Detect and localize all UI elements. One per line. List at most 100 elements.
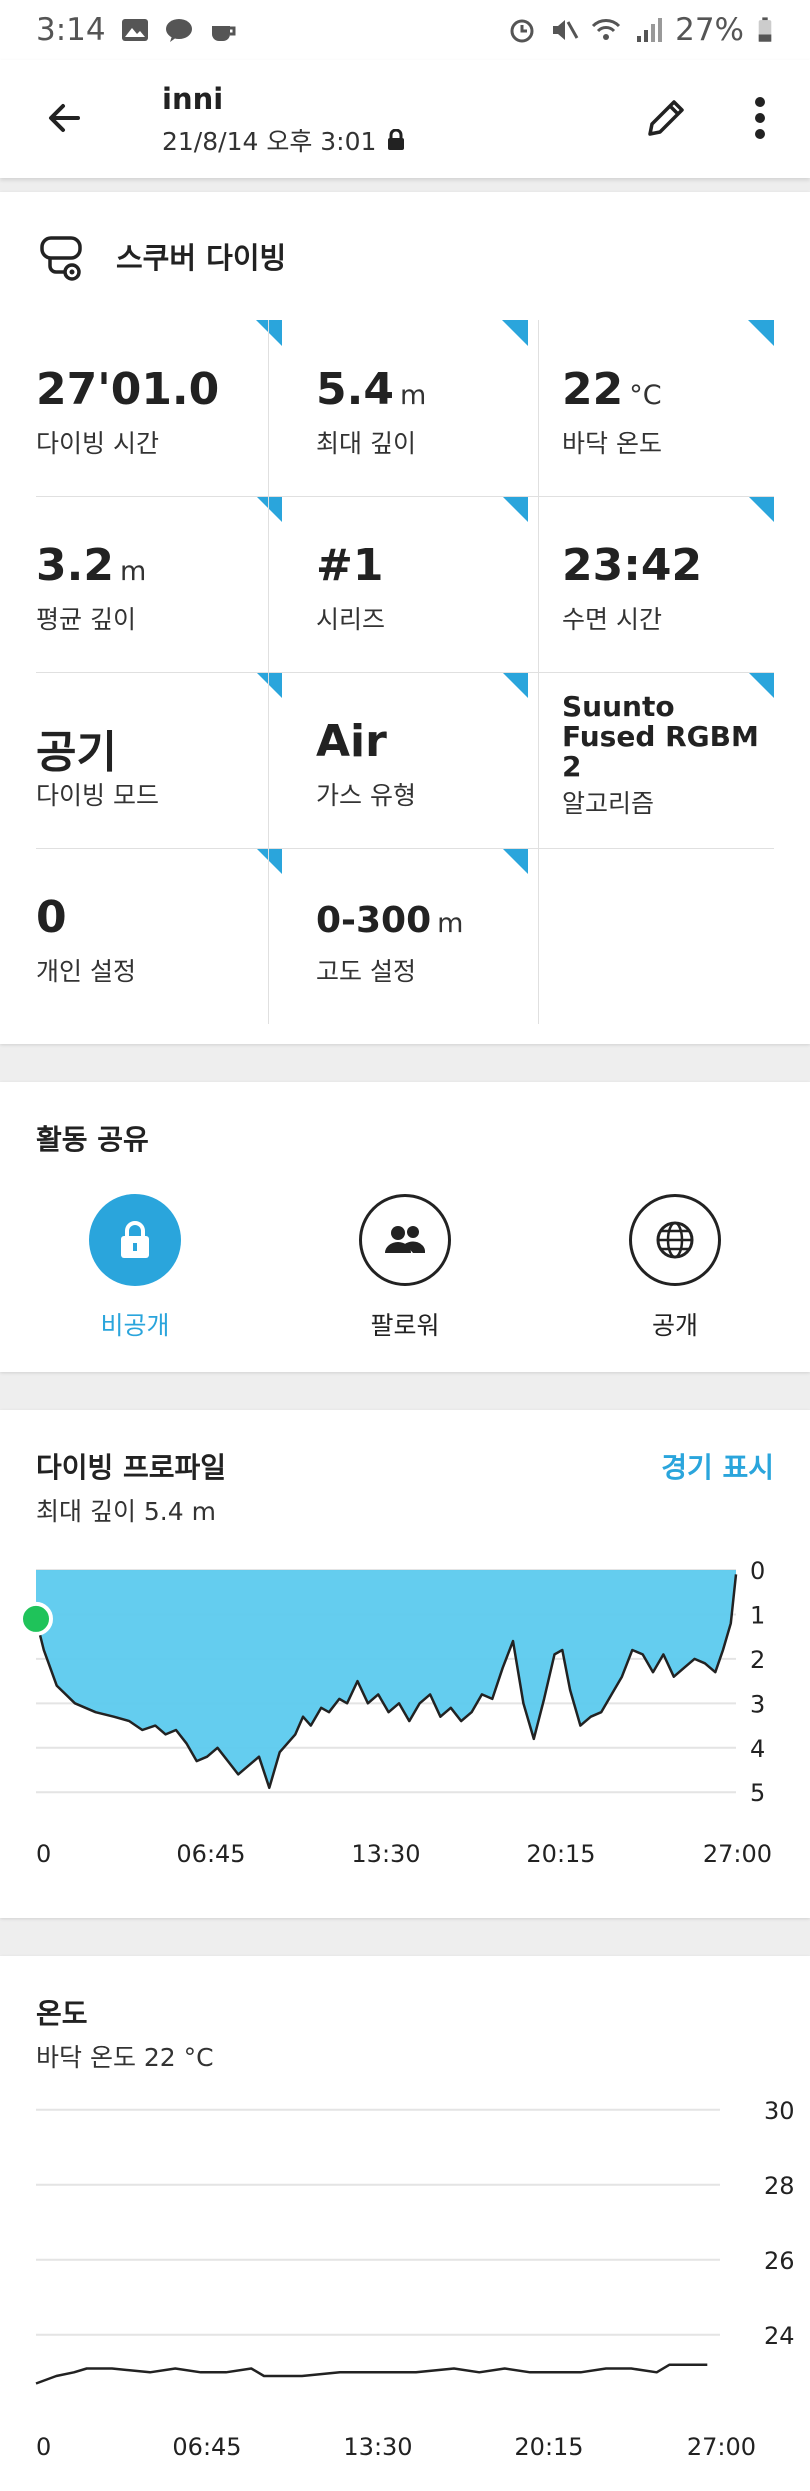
stat-value: 0-300 m bbox=[316, 900, 464, 941]
sport-title: 스쿠버 다이빙 bbox=[116, 241, 287, 275]
stat-value: #1 bbox=[316, 540, 384, 591]
stat-corner-marker bbox=[256, 848, 282, 874]
share-option-followers[interactable]: 팔로워 bbox=[345, 1194, 465, 1342]
chart-subtitle: 바닥 온도 22 °C bbox=[36, 2043, 214, 2072]
alarm-icon bbox=[510, 19, 534, 43]
stat-corner-marker bbox=[256, 672, 282, 698]
more-options-button[interactable] bbox=[740, 88, 780, 148]
stat-value: 5.4 m bbox=[316, 364, 427, 415]
temperature-chart: 30 28 26 24 0 06:45 13:30 20:15 27:00 bbox=[35, 2097, 795, 2461]
gallery-icon bbox=[121, 19, 148, 41]
stat-corner-marker bbox=[502, 496, 528, 522]
more-vert-icon bbox=[755, 97, 765, 139]
stat-value: 공기 bbox=[36, 727, 117, 778]
stat-corner-marker bbox=[502, 320, 528, 346]
chart-title: 다이빙 프로파일 bbox=[36, 1451, 227, 1484]
activity-datetime-row: 21/8/14 오후 3:01 bbox=[162, 122, 406, 158]
lock-icon bbox=[388, 129, 405, 150]
stat-gas-type[interactable]: Air 가스 유형 bbox=[282, 672, 528, 848]
coffee-icon bbox=[211, 26, 236, 41]
stat-label: 시리즈 bbox=[316, 605, 386, 634]
wifi-icon bbox=[592, 19, 621, 40]
stat-label: 최대 깊이 bbox=[316, 429, 416, 458]
stat-corner-marker bbox=[748, 320, 774, 346]
stat-altitude-setting[interactable]: 0-300 m 고도 설정 bbox=[282, 848, 528, 1024]
share-option-private[interactable]: 비공개 bbox=[75, 1194, 195, 1342]
y-tick-label: 4 bbox=[750, 1735, 765, 1763]
y-tick-label: 24 bbox=[764, 2322, 795, 2350]
x-tick-label: 06:45 bbox=[172, 2433, 241, 2461]
stat-value: Air bbox=[316, 716, 387, 767]
status-time: 3:14 bbox=[36, 12, 106, 48]
stat-corner-marker bbox=[256, 320, 282, 346]
share-followers-circle bbox=[359, 1194, 451, 1286]
x-tick-label: 27:00 bbox=[703, 1840, 772, 1868]
stat-corner-marker bbox=[502, 848, 528, 874]
stat-corner-marker bbox=[748, 496, 774, 522]
activity-page: 3:14 27% inni 21/8/14 오후 3:01 스쿠버 다이빙 27… bbox=[0, 0, 810, 2491]
stat-avg-depth[interactable]: 3.2 m 평균 깊이 bbox=[36, 496, 282, 672]
stat-dive-mode[interactable]: 공기 다이빙 모드 bbox=[36, 672, 282, 848]
stat-surface-time[interactable]: 23:42 수면 시간 bbox=[528, 496, 774, 672]
stat-corner-marker bbox=[256, 496, 282, 522]
edit-button[interactable] bbox=[636, 88, 696, 148]
summary-card: 스쿠버 다이빙 27'01.0 다이빙 시간 5.4 m 최대 깊이 22 °C 바… bbox=[0, 192, 810, 1044]
share-option-label: 팔로워 bbox=[370, 1311, 440, 1340]
stat-series[interactable]: #1 시리즈 bbox=[282, 496, 528, 672]
lock-icon bbox=[121, 1221, 149, 1258]
stat-label: 개인 설정 bbox=[36, 957, 136, 986]
stat-label: 가스 유형 bbox=[316, 781, 416, 810]
share-title: 활동 공유 bbox=[36, 1123, 149, 1156]
activity-name: inni bbox=[162, 82, 224, 116]
x-tick-label: 13:30 bbox=[351, 1840, 420, 1868]
scuba-mask-icon bbox=[40, 236, 82, 281]
stat-value: 27'01.0 bbox=[36, 364, 220, 415]
stat-bottom-temp[interactable]: 22 °C 바닥 온도 bbox=[528, 320, 774, 496]
app-header: inni 21/8/14 오후 3:01 bbox=[0, 60, 810, 178]
stat-value: 0 bbox=[36, 892, 67, 943]
chart-subtitle: 최대 깊이 5.4 m bbox=[36, 1497, 216, 1526]
y-tick-label: 3 bbox=[750, 1690, 765, 1718]
stat-dive-time[interactable]: 27'01.0 다이빙 시간 bbox=[36, 320, 282, 496]
stat-label: 수면 시간 bbox=[562, 605, 662, 634]
share-public-circle bbox=[629, 1194, 721, 1286]
stat-value: Suunto Fused RGBM 2 bbox=[562, 690, 759, 783]
stat-label: 다이빙 시간 bbox=[36, 429, 159, 458]
temperature-line bbox=[35, 2363, 708, 2385]
battery-percent: 27% bbox=[675, 12, 744, 48]
back-button[interactable] bbox=[36, 90, 92, 146]
depth-area bbox=[36, 1570, 736, 1788]
x-tick-label: 27:00 bbox=[687, 2433, 756, 2461]
x-tick-label: 0 bbox=[36, 2433, 51, 2461]
share-option-label: 비공개 bbox=[100, 1311, 170, 1340]
sport-header: 스쿠버 다이빙 bbox=[36, 228, 286, 284]
dive-profile-chart: 0 1 2 3 4 5 0 06:45 13:30 20:15 27:00 bbox=[19, 1557, 772, 1868]
x-tick-label: 20:15 bbox=[526, 1840, 595, 1868]
talk-icon bbox=[165, 19, 192, 42]
stat-label: 바닥 온도 bbox=[562, 429, 662, 458]
people-icon bbox=[385, 1226, 425, 1253]
y-tick-label: 2 bbox=[750, 1646, 765, 1674]
share-option-label: 공개 bbox=[651, 1311, 698, 1340]
stat-value: 3.2 m bbox=[36, 540, 147, 591]
dive-profile-card: 다이빙 프로파일 경기 표시 최대 깊이 5.4 m 0 1 2 3 4 5 0 06:45 1… bbox=[0, 1410, 810, 1918]
stat-value: 23:42 bbox=[562, 540, 703, 591]
stat-max-depth[interactable]: 5.4 m 최대 깊이 bbox=[282, 320, 528, 496]
x-tick-label: 0 bbox=[36, 1840, 51, 1868]
share-card: 활동 공유 비공개 팔로워 공개 bbox=[0, 1082, 810, 1372]
stat-algorithm[interactable]: Suunto Fused RGBM 2 알고리즘 bbox=[528, 672, 774, 848]
grid-divider bbox=[36, 496, 774, 497]
mute-icon bbox=[553, 20, 579, 40]
stat-label: 다이빙 모드 bbox=[36, 781, 159, 810]
globe-icon bbox=[656, 1221, 694, 1259]
pencil-icon bbox=[648, 100, 684, 136]
status-bar: 3:14 27% bbox=[0, 0, 810, 60]
x-tick-label: 13:30 bbox=[343, 2433, 412, 2461]
temperature-card: 온도 바닥 온도 22 °C 30 28 26 24 0 06:45 13:30 20:15 2… bbox=[0, 1956, 810, 2491]
battery-icon bbox=[758, 17, 772, 42]
grid-divider bbox=[36, 672, 774, 673]
stat-personal-setting[interactable]: 0 개인 설정 bbox=[36, 848, 282, 1024]
show-race-link[interactable]: 경기 표시 bbox=[661, 1446, 774, 1486]
stat-label: 평균 깊이 bbox=[36, 605, 136, 634]
share-option-public[interactable]: 공개 bbox=[615, 1194, 735, 1342]
